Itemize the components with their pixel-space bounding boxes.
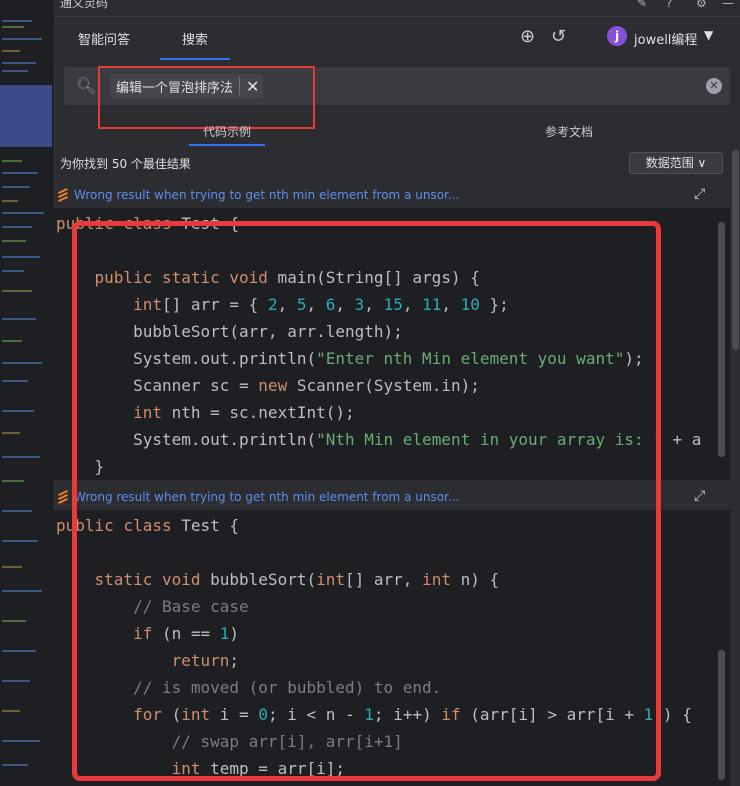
stackoverflow-icon [56, 489, 70, 505]
code-scrollbar[interactable] [718, 650, 725, 780]
user-name[interactable]: jowell编程 [634, 29, 697, 48]
expand-icon[interactable]: ⤢ [694, 186, 705, 202]
results-count: 为你找到 50 个最佳结果 [60, 157, 191, 171]
highlight-box-code [72, 221, 661, 781]
result-header: Wrong result when trying to get nth min … [54, 184, 730, 208]
edit-icon[interactable]: ✎ [637, 0, 647, 10]
title-bar: 通义灵码 ✎ ? ⚙ — [54, 0, 740, 17]
chevron-down-icon[interactable]: ▼ [704, 28, 713, 42]
expand-icon[interactable]: ⤢ [694, 488, 705, 504]
editor-gutter-strip [0, 0, 55, 786]
minimize-icon[interactable]: — [722, 0, 734, 10]
gear-icon[interactable]: ⚙ [696, 0, 707, 10]
tab-search[interactable]: 搜索 [159, 29, 231, 60]
avatar[interactable]: j [607, 26, 627, 46]
panel-scrollbar[interactable] [731, 150, 740, 786]
tab-reference-docs[interactable]: 参考文档 [545, 123, 593, 140]
window-title: 通义灵码 [60, 0, 109, 10]
data-range-label: 数据范围 [645, 156, 694, 170]
editor-selection-highlight [0, 85, 52, 147]
highlight-box-search [98, 66, 315, 129]
panel-scroll-thumb[interactable] [732, 150, 739, 350]
panel-header: 智能问答 搜索 ⊕ ↺ j jowell编程 ▼ [54, 17, 740, 60]
history-icon[interactable]: ↺ [551, 26, 566, 47]
stackoverflow-icon [56, 187, 70, 203]
help-icon[interactable]: ? [666, 0, 672, 10]
search-icon: 🔍︎ [76, 76, 97, 95]
tab-code-examples[interactable]: 代码示例 [188, 123, 266, 146]
tab-smart-qa[interactable]: 智能问答 [78, 29, 130, 48]
add-icon[interactable]: ⊕ [520, 26, 535, 47]
code-scrollbar[interactable] [718, 222, 725, 457]
result-link[interactable]: Wrong result when trying to get nth min … [74, 188, 459, 202]
clear-icon[interactable]: ✕ [706, 78, 722, 94]
data-range-button[interactable]: 数据范围 ∨ [629, 152, 723, 174]
